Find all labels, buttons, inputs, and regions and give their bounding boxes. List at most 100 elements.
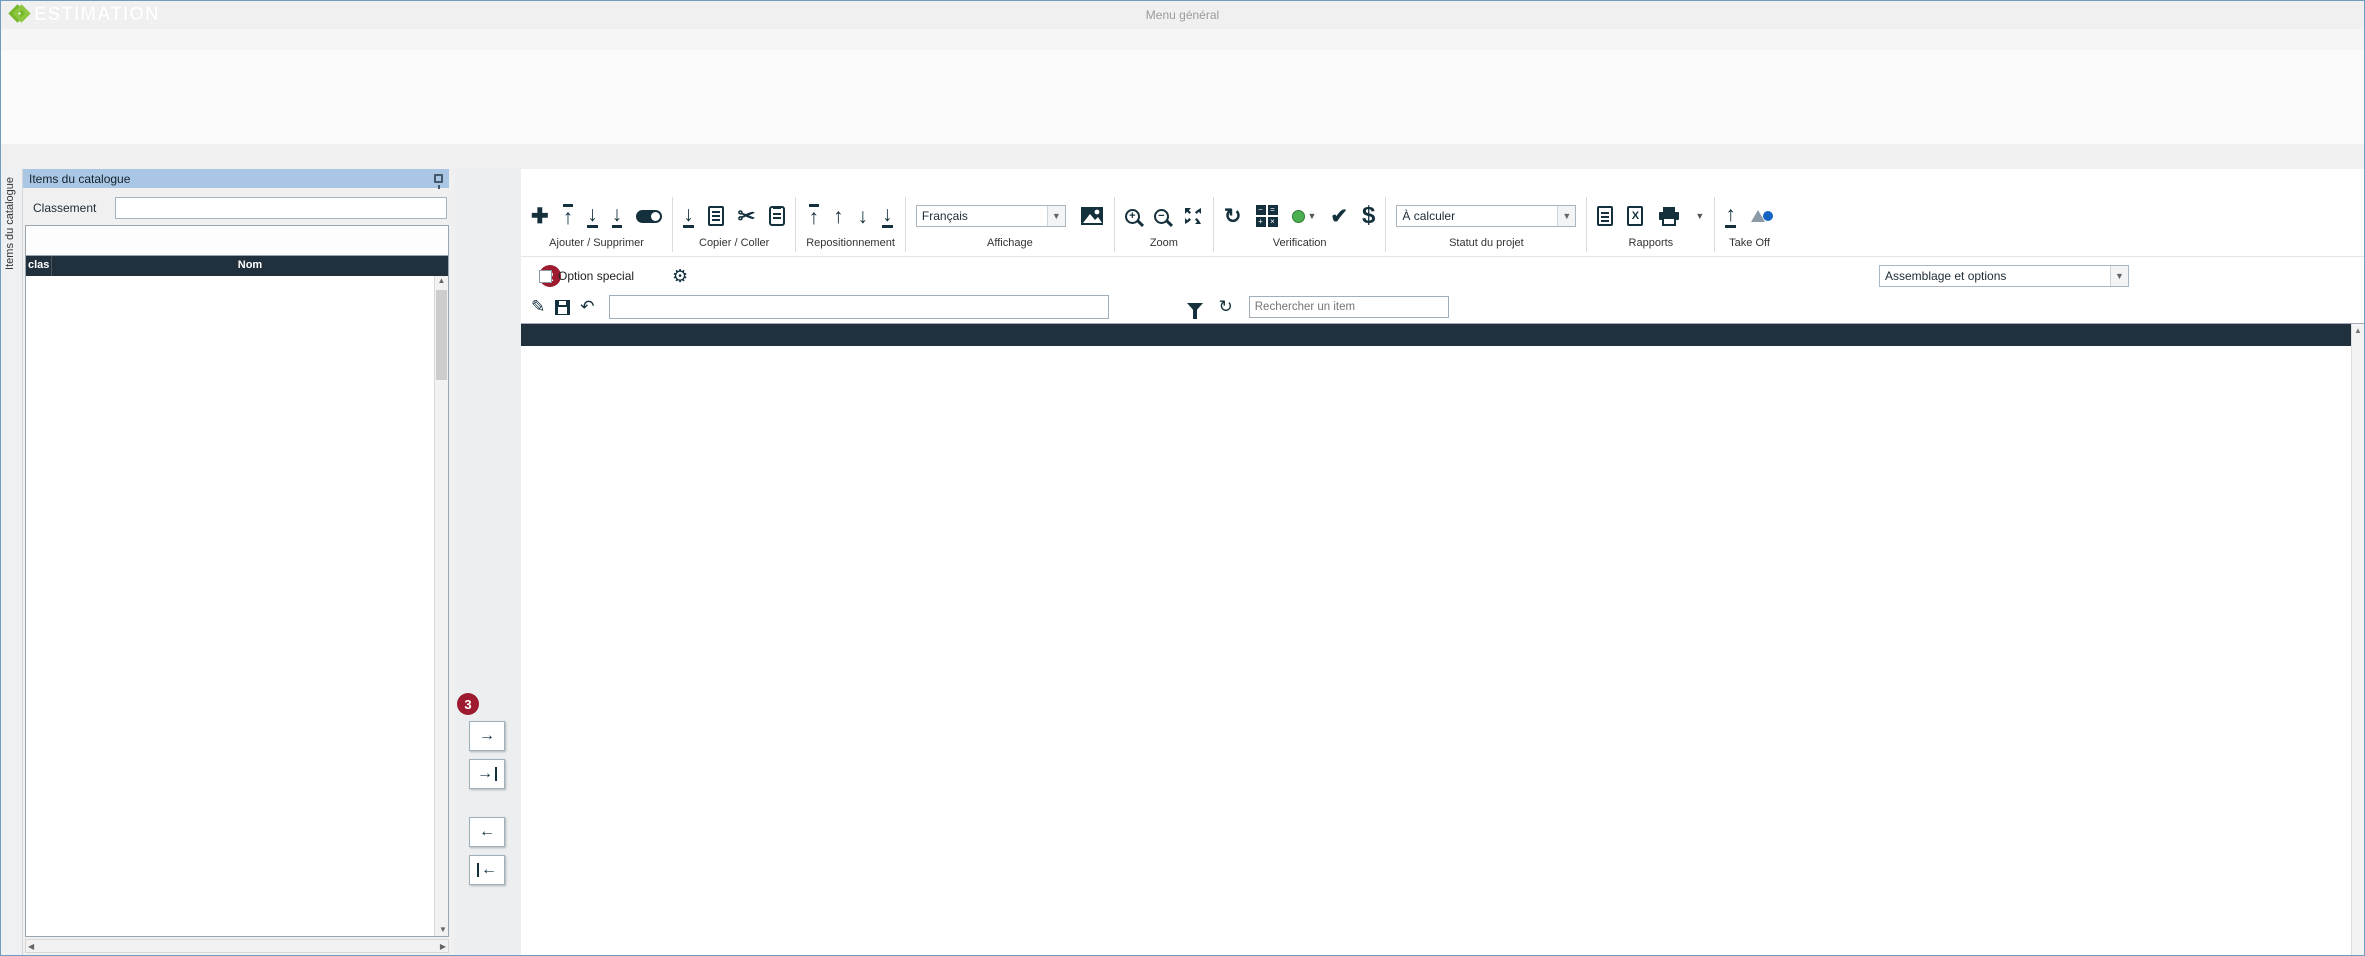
arrow-left-icon: ← [479,823,495,841]
catalog-vertical-scrollbar[interactable]: ▲▼ [434,276,448,936]
copy-icon[interactable] [708,206,724,226]
estimation-grid-header [521,324,2364,346]
chevron-down-icon[interactable]: ▼ [1557,206,1575,226]
move-left-button[interactable]: ← [469,817,505,847]
arrow-right-icon: → [479,727,495,745]
import-button[interactable]: ↓ [683,204,694,228]
group-label: Affichage [987,237,1033,249]
edit-pencil-icon[interactable]: ✎ [531,297,545,317]
scrollbar-thumb[interactable] [436,290,447,380]
delete-all-button[interactable]: ↓ [612,204,623,228]
group-copier-coller: ↓ ✂ Copier / Coller [673,193,795,256]
language-select[interactable]: Français▼ [916,205,1066,227]
option-special-checkbox[interactable] [539,270,552,283]
group-takeoff: ↑ Take Off [1715,193,1784,256]
main-toolbar [1,50,2364,144]
zoom-in-icon[interactable]: + [1125,209,1140,224]
estimation-main: ✚ ↑ ↓ ↓ Ajouter / Supprimer ↓ ✂ [521,169,2364,955]
arrow-right-bar-icon: → [477,765,493,783]
group-label: Repositionnement [806,237,895,249]
catalog-toolbar [25,225,449,255]
catalog-panel: Items du catalogue Classement clas Nom ▲… [23,169,455,955]
grid-vertical-scrollbar[interactable]: ▲ [2351,324,2364,955]
catalog-grid: clas Nom ▲▼ [25,255,449,937]
recalculate-icon[interactable]: ↻ [1224,206,1242,227]
chevron-down-icon[interactable]: ▼ [1695,211,1704,221]
mode-bar: Option special ⚙ Assemblage et options▼ [521,261,2364,291]
quick-edit-input[interactable] [609,295,1109,319]
move-down-button[interactable]: ↓ [858,206,869,227]
transfer-gutter: 3 → → ← ← [455,169,521,955]
classement-label: Classement [33,201,96,215]
estimation-grid: ▲ [521,323,2364,955]
gear-icon[interactable]: ⚙ [672,266,688,287]
move-bottom-button[interactable]: ↓ [882,204,893,228]
dollar-icon[interactable]: $ [1362,204,1375,228]
add-row-button[interactable]: ✚ [531,206,549,227]
chevron-down-icon[interactable]: ▼ [1308,211,1317,221]
printer-icon[interactable] [1657,206,1681,226]
cut-icon[interactable]: ✂ [738,206,756,227]
paste-icon[interactable] [769,206,785,226]
search-bar: ✎ ↶ ↻ [521,291,2364,323]
chevron-down-icon[interactable]: ▼ [1047,206,1065,226]
step-badge-3: 3 [457,693,479,715]
move-top-button[interactable]: ↑ [809,204,820,228]
collapsed-panel-strip[interactable]: Items du catalogue [1,169,23,955]
group-label: Rapports [1629,237,1674,249]
catalog-grid-header: clas Nom [26,256,448,276]
move-left-end-button[interactable]: ← [469,855,505,885]
group-affichage: Français▼ Affichage [906,193,1114,256]
ribbon: ✚ ↑ ↓ ↓ Ajouter / Supprimer ↓ ✂ [521,193,2364,257]
catalog-col-clas[interactable]: clas [26,256,52,276]
catalog-col-nom[interactable]: Nom [52,256,448,276]
fullscreen-icon[interactable] [1183,206,1203,226]
document-tabs [1,144,2364,169]
move-right-end-button[interactable]: → [469,759,505,789]
project-status-select[interactable]: À calculer▼ [1396,205,1576,227]
group-label: Zoom [1150,237,1178,249]
group-rapports: X ▼ Rapports [1587,193,1714,256]
refresh-icon[interactable]: ↻ [1219,297,1233,317]
classement-row: Classement [23,197,449,221]
calculator-grid-icon[interactable]: −=+× [1256,205,1278,227]
excel-export-icon[interactable]: X [1627,206,1643,226]
arrow-left-bar-icon: ← [481,861,497,879]
takeoff-upload-icon[interactable]: ↑ [1725,204,1736,228]
validate-check-icon[interactable]: ✔ [1330,206,1348,227]
assemblage-select[interactable]: Assemblage et options▼ [1879,265,2129,287]
image-icon[interactable] [1080,206,1104,226]
search-item-input[interactable] [1249,296,1449,318]
chevron-down-icon[interactable]: ▼ [2110,266,2128,286]
classement-input[interactable] [115,197,447,219]
catalog-horizontal-scrollbar[interactable]: ◀▶ [25,939,449,953]
insert-above-button[interactable]: ↑ [563,204,574,228]
group-zoom: + − Zoom [1115,193,1213,256]
option-special-label: Option special [558,269,634,283]
move-up-button[interactable]: ↑ [833,206,844,227]
delete-row-button[interactable]: ↓ [587,204,598,228]
group-label: Verification [1273,237,1327,249]
undo-icon[interactable]: ↶ [580,297,594,317]
zoom-out-icon[interactable]: − [1154,209,1169,224]
takeoff-brand-icon[interactable] [1750,208,1774,224]
catalog-panel-header: Items du catalogue [23,169,449,188]
save-icon[interactable] [555,300,570,315]
toggle-switch[interactable] [636,210,662,223]
group-label: Ajouter / Supprimer [549,237,644,249]
workspace: Items du catalogue Items du catalogue Cl… [1,169,2364,955]
side-strip-label: Items du catalogue [4,177,16,270]
move-right-button[interactable]: → [469,721,505,751]
group-label: Take Off [1729,237,1770,249]
catalog-panel-title: Items du catalogue [29,172,130,186]
pin-icon[interactable] [434,174,443,183]
filter-funnel-icon[interactable] [1187,303,1203,312]
app-window: ESTIMATION Menu général Items du catalog… [0,0,2365,956]
status-dot-icon[interactable] [1292,210,1305,223]
group-ajouter-supprimer: ✚ ↑ ↓ ↓ Ajouter / Supprimer [521,193,672,256]
group-label: Statut du projet [1449,237,1524,249]
catalog-list [26,276,434,936]
report-document-icon[interactable] [1597,206,1613,226]
window-caption: Menu général [1,8,2364,22]
menu-bar [1,29,2364,50]
